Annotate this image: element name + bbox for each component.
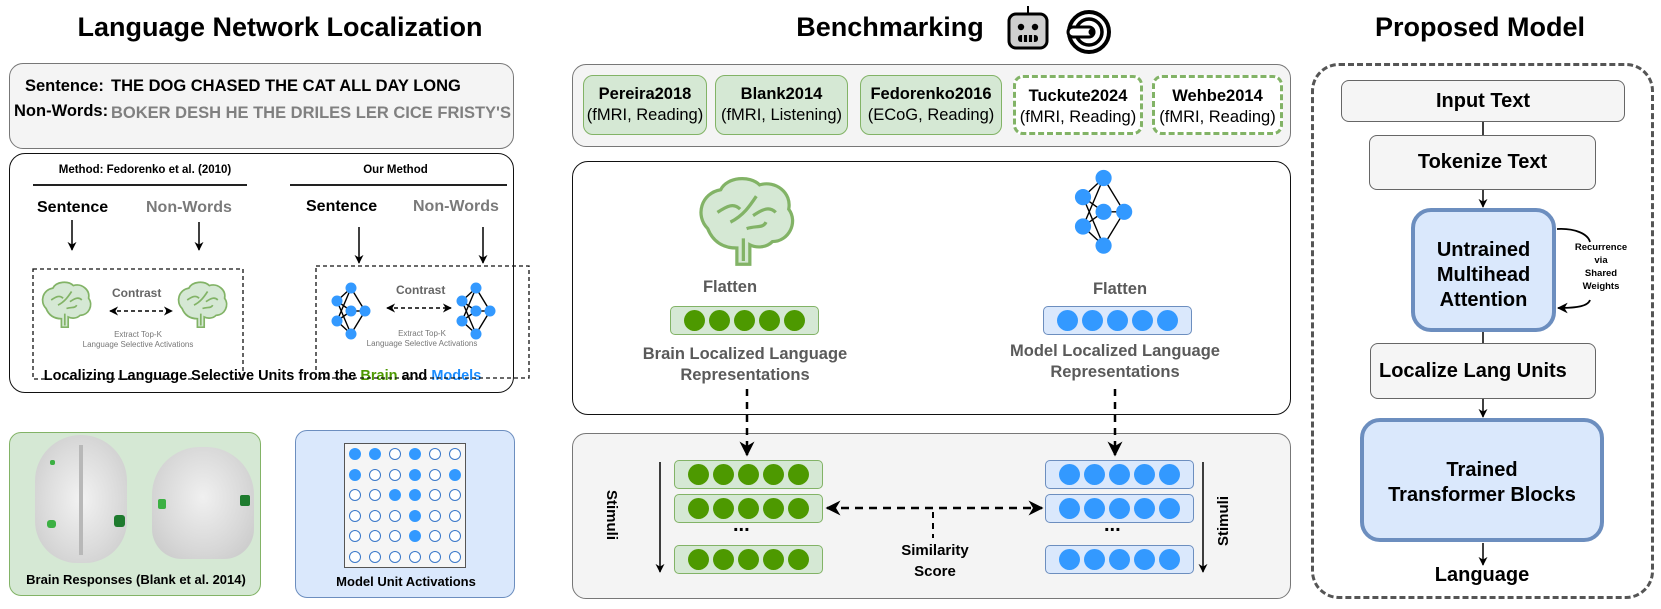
recurrence-arrow (1557, 228, 1591, 308)
proposed-model-arrows (1478, 122, 1591, 566)
